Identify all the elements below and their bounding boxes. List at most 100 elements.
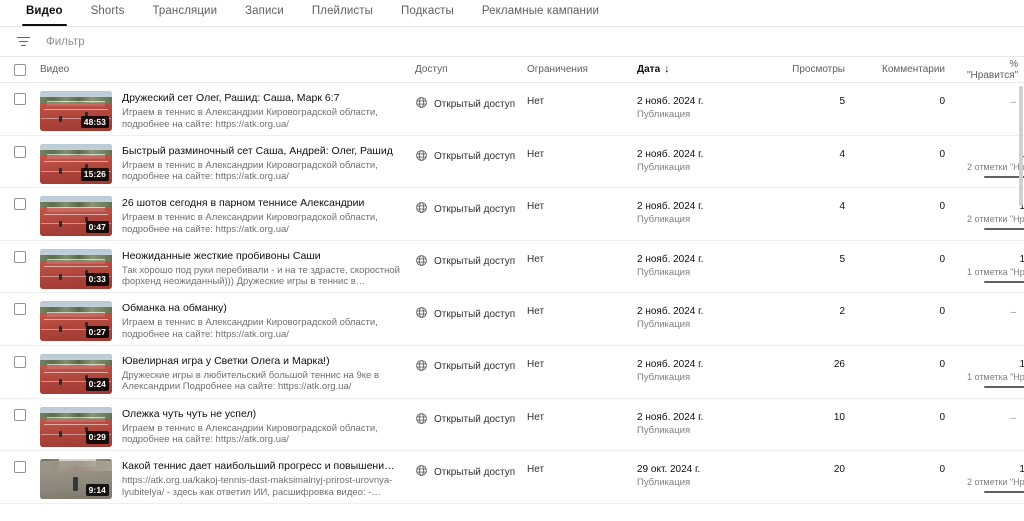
video-thumbnail[interactable]: 0:29 xyxy=(40,406,112,447)
video-title[interactable]: Неожиданные жесткие пробивоны Саши xyxy=(122,250,400,263)
comments-cell: 0 xyxy=(939,306,945,318)
table-row[interactable]: 0:29 Олежка чуть чуть не успел) Играем в т… xyxy=(0,399,1024,452)
publish-state: Публикация xyxy=(637,109,691,120)
thumbnail-player xyxy=(58,326,62,333)
video-duration-badge: 15:26 xyxy=(80,168,109,181)
row-checkbox[interactable] xyxy=(14,355,26,368)
video-description: Играем в теннис в Александрии Кировоград… xyxy=(122,159,378,183)
column-header-video[interactable]: Видео xyxy=(40,64,415,75)
table-row[interactable]: 0:33 Неожиданные жесткие пробивоны Саши Та… xyxy=(0,241,1024,294)
publish-date: 2 нояб. 2024 г. xyxy=(637,306,704,318)
column-header-likes[interactable]: % "Нравится" xyxy=(967,59,1024,81)
date-cell: 2 нояб. 2024 г. Публикация xyxy=(637,249,762,279)
video-title[interactable]: Ювелирная игра у Светки Олега и Марка!) xyxy=(122,355,400,368)
thumbnail-net xyxy=(47,259,105,265)
publish-state: Публикация xyxy=(637,161,691,173)
table-row[interactable]: 0:47 26 шотов сегодня в парном теннисе Ал… xyxy=(0,188,1024,241)
globe-icon xyxy=(415,464,428,480)
thumbnail-player xyxy=(73,476,79,491)
row-checkbox[interactable] xyxy=(14,250,26,263)
video-title[interactable]: Быстрый разминочный сет Саша, Андрей: Ол… xyxy=(122,145,400,158)
table-row[interactable]: 48:53 Дружеский сет Олег, Рашид: Саша, Ма… xyxy=(0,83,1024,136)
comments-cell: 0 xyxy=(939,96,945,107)
tab-1[interactable]: Shorts xyxy=(77,0,139,26)
row-checkbox[interactable] xyxy=(14,303,26,316)
row-checkbox[interactable] xyxy=(14,198,26,211)
tab-0[interactable]: Видео xyxy=(12,0,77,26)
row-checkbox[interactable] xyxy=(14,93,26,105)
row-select-cell xyxy=(0,144,40,180)
video-thumbnail[interactable]: 0:33 xyxy=(40,248,112,289)
likes-bar xyxy=(984,491,1024,494)
likes-percent: 100,0 % xyxy=(1019,464,1024,476)
video-title[interactable]: Дружеский сет Олег, Рашид: Саша, Марк 6:… xyxy=(122,92,400,105)
tab-2[interactable]: Трансляции xyxy=(138,0,231,26)
video-duration-badge: 0:33 xyxy=(85,273,109,286)
tab-3[interactable]: Записи xyxy=(231,0,298,26)
video-description: Играем в теннис в Александрии Кировоград… xyxy=(122,422,378,446)
row-checkbox[interactable] xyxy=(14,408,26,421)
video-cell: 0:29 Олежка чуть чуть не успел) Играем в т… xyxy=(40,406,415,447)
views-cell: 10 xyxy=(833,411,845,423)
likes-cell: 100,0 %2 отметки "Нравится" xyxy=(967,459,1024,494)
access-cell: Открытый доступ xyxy=(415,459,527,480)
video-thumbnail[interactable]: 9:14 xyxy=(40,459,112,500)
select-all-checkbox[interactable] xyxy=(14,63,26,76)
restrictions-cell: Нет xyxy=(527,148,545,160)
likes-cell: – xyxy=(967,91,1024,109)
likes-cell: – xyxy=(967,407,1024,425)
restrictions-cell: Нет xyxy=(527,253,545,265)
publish-date: 2 нояб. 2024 г. xyxy=(637,411,704,423)
row-select-cell xyxy=(0,249,40,285)
vertical-scrollbar[interactable] xyxy=(1019,0,1024,521)
table-row[interactable]: 0:27 Обманка на обманку) Играем в теннис в… xyxy=(0,293,1024,346)
video-title[interactable]: Какой теннис дает наибольший прогресс и … xyxy=(122,460,400,473)
access-label: Открытый доступ xyxy=(434,98,516,110)
date-cell: 29 окт. 2024 г. Публикация xyxy=(637,459,762,489)
video-thumbnail[interactable]: 0:24 xyxy=(40,353,112,394)
table-row[interactable]: 9:14 Какой теннис дает наибольший прогрес… xyxy=(0,451,1024,504)
tab-5[interactable]: Подкасты xyxy=(387,0,468,26)
column-header-date[interactable]: Дата ↓ xyxy=(637,64,762,76)
thumbnail-player xyxy=(58,273,62,280)
views-cell: 20 xyxy=(833,464,845,476)
video-cell: 9:14 Какой теннис дает наибольший прогрес… xyxy=(40,459,415,500)
video-description: Так хорошо под руки перебивали - и на те… xyxy=(122,264,400,288)
table-row[interactable]: 0:24 Ювелирная игра у Светки Олега и Марк… xyxy=(0,346,1024,399)
row-select-cell xyxy=(0,354,40,390)
views-cell: 5 xyxy=(839,253,845,265)
video-thumbnail[interactable]: 0:47 xyxy=(40,196,112,237)
row-select-cell xyxy=(0,301,40,337)
video-thumbnail[interactable]: 48:53 xyxy=(40,91,112,131)
globe-icon xyxy=(415,201,428,217)
likes-count: 1 отметка "Нравится" xyxy=(967,371,1024,382)
comments-cell: 0 xyxy=(939,358,945,370)
table-row[interactable]: 15:26 Быстрый разминочный сет Саша, Андре… xyxy=(0,136,1024,189)
scrollbar-thumb[interactable] xyxy=(1019,86,1023,206)
publish-date: 29 окт. 2024 г. xyxy=(637,464,701,476)
video-cell: 0:33 Неожиданные жесткие пробивоны Саши Та… xyxy=(40,248,415,289)
tab-4[interactable]: Плейлисты xyxy=(298,0,387,26)
views-cell: 5 xyxy=(839,96,845,107)
date-cell: 2 нояб. 2024 г. Публикация xyxy=(637,144,762,174)
video-thumbnail[interactable]: 15:26 xyxy=(40,143,112,184)
video-thumbnail[interactable]: 0:27 xyxy=(40,301,112,342)
video-text: Дружеский сет Олег, Рашид: Саша, Марк 6:… xyxy=(122,91,400,130)
column-header-access[interactable]: Доступ xyxy=(415,64,527,75)
column-header-views[interactable]: Просмотры xyxy=(762,64,867,75)
column-header-restrictions[interactable]: Ограничения xyxy=(527,64,637,75)
video-title[interactable]: 26 шотов сегодня в парном теннисе Алекса… xyxy=(122,197,400,210)
row-select-cell xyxy=(0,459,40,495)
row-checkbox[interactable] xyxy=(14,461,26,474)
likes-percent: – xyxy=(1010,412,1016,424)
row-checkbox[interactable] xyxy=(14,145,26,158)
video-title[interactable]: Олежка чуть чуть не успел) xyxy=(122,408,400,421)
date-cell: 2 нояб. 2024 г. Публикация xyxy=(637,407,762,437)
column-header-comments[interactable]: Комментарии xyxy=(867,64,967,75)
restrictions-cell: Нет xyxy=(527,201,545,213)
filter-input[interactable] xyxy=(46,35,346,48)
filter-icon[interactable] xyxy=(14,35,32,49)
tab-6[interactable]: Рекламные кампании xyxy=(468,0,613,26)
likes-percent: 100,0 % xyxy=(1019,201,1024,213)
video-title[interactable]: Обманка на обманку) xyxy=(122,302,400,315)
